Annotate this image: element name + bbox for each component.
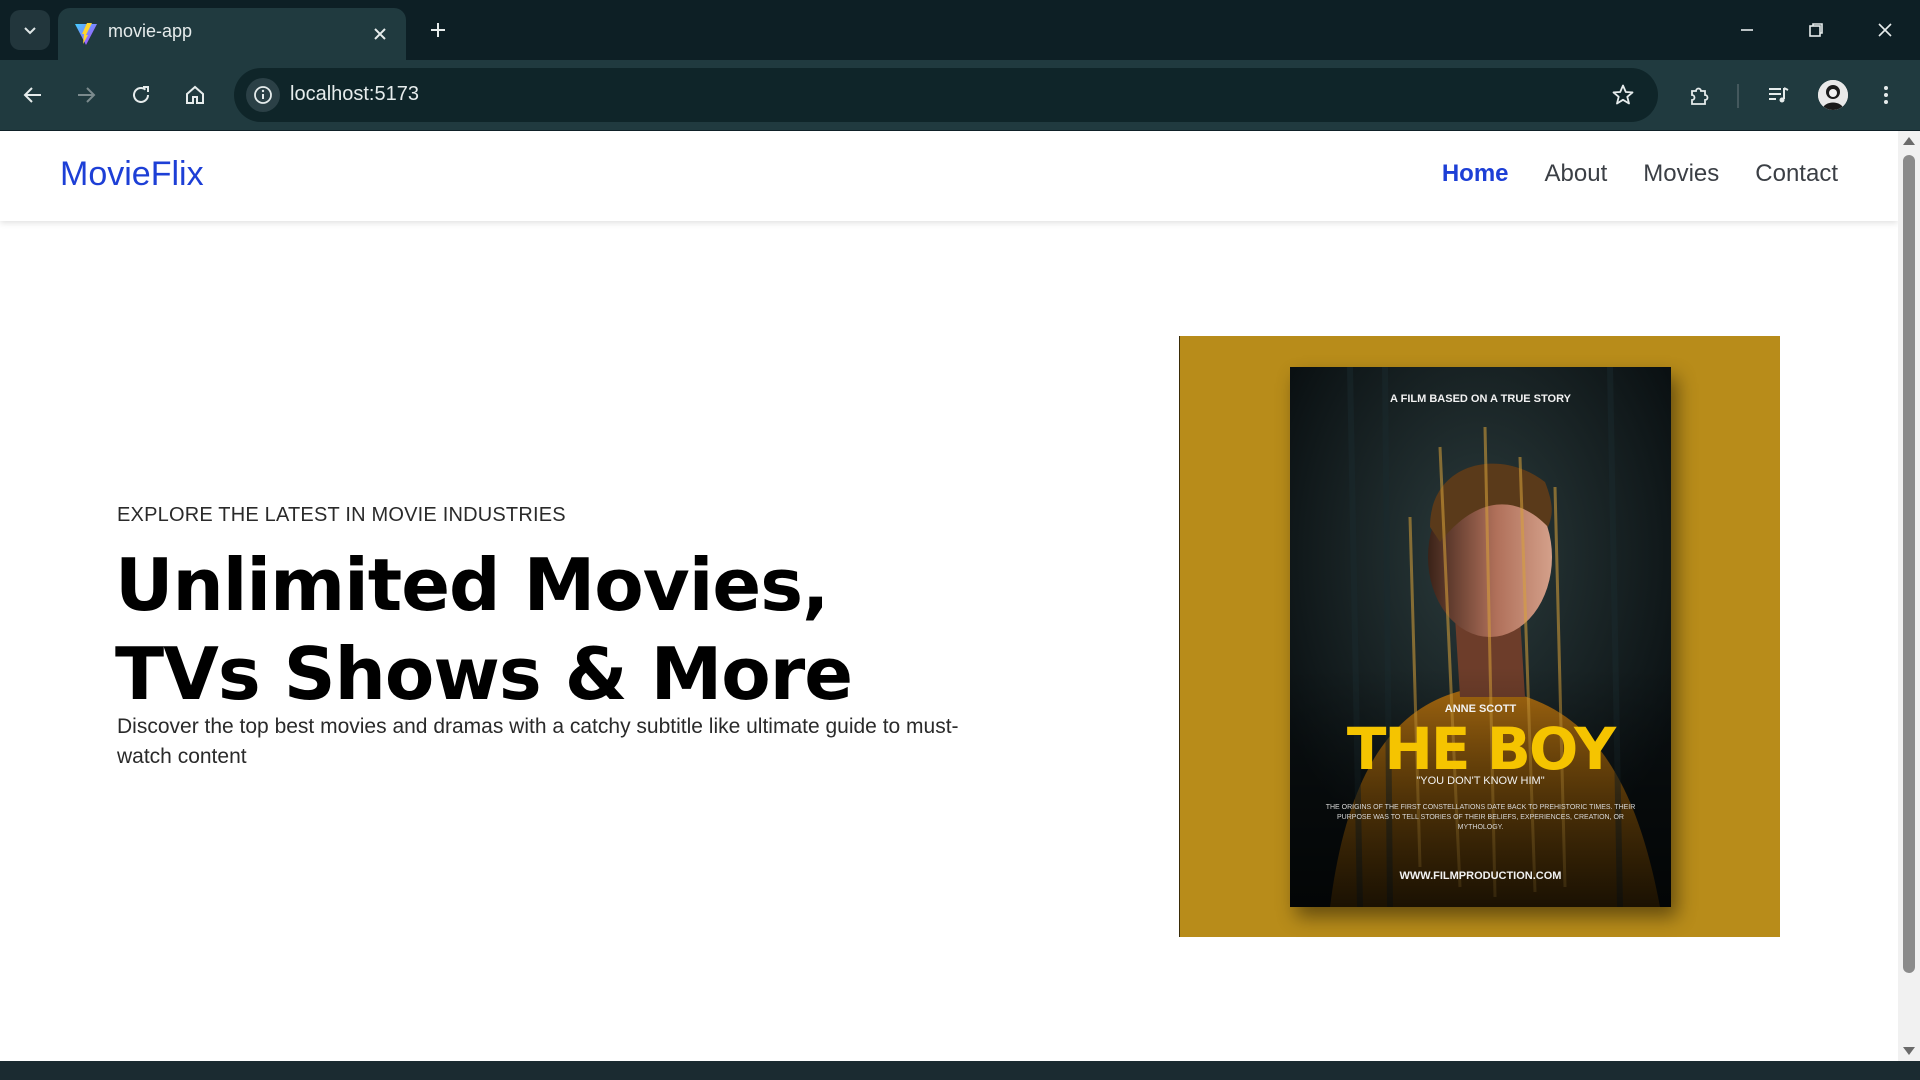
home-icon <box>186 85 204 104</box>
poster-actor: ANNE SCOTT <box>1444 703 1517 715</box>
browser-tabstrip: movie-app <box>0 0 1920 60</box>
vite-logo-icon <box>75 23 97 45</box>
profile-avatar[interactable] <box>1818 80 1848 110</box>
page-viewport: MovieFlix Home About Movies Contact EXPL… <box>0 131 1898 1061</box>
scroll-down-arrow[interactable] <box>1903 1047 1915 1055</box>
hero-eyebrow: EXPLORE THE LATEST IN MOVIE INDUSTRIES <box>117 504 566 526</box>
plus-icon <box>431 23 445 37</box>
minimize-icon <box>1741 29 1753 31</box>
extensions-button[interactable] <box>1680 75 1720 115</box>
reload-icon <box>133 86 149 103</box>
close-icon <box>374 28 386 40</box>
tab-close-button[interactable] <box>368 22 392 46</box>
forward-button[interactable] <box>66 75 106 115</box>
bookmark-button[interactable] <box>1608 80 1638 110</box>
close-icon <box>1878 23 1892 37</box>
poster-title: THE BOY <box>1346 715 1616 783</box>
nav-link-movies[interactable]: Movies <box>1643 160 1719 188</box>
taskbar-strip <box>0 1061 1920 1080</box>
brand-logo[interactable]: MovieFlix <box>60 155 204 194</box>
browser-menu-button[interactable] <box>1866 75 1906 115</box>
arrow-left-icon <box>23 87 41 103</box>
page-scrollbar[interactable] <box>1898 131 1920 1061</box>
poster-quote: "YOU DON'T KNOW HIM" <box>1416 775 1545 787</box>
site-navbar: MovieFlix Home About Movies Contact <box>0 131 1898 221</box>
minimize-button[interactable] <box>1724 8 1770 52</box>
profile-icon <box>1818 80 1848 110</box>
nav-link-home[interactable]: Home <box>1442 160 1509 188</box>
new-tab-button[interactable] <box>422 14 454 46</box>
reload-button[interactable] <box>121 75 161 115</box>
info-icon <box>254 86 272 104</box>
tab-title: movie-app <box>108 21 193 41</box>
scroll-up-arrow[interactable] <box>1903 137 1915 145</box>
window-close-button[interactable] <box>1862 8 1908 52</box>
poster-blurb: THE ORIGINS OF THE FIRST CONSTELLATIONS … <box>1325 804 1636 831</box>
address-bar[interactable]: localhost:5173 <box>234 68 1658 122</box>
home-button[interactable] <box>175 75 215 115</box>
url-text: localhost:5173 <box>290 83 419 105</box>
star-icon <box>1612 84 1634 105</box>
restore-button[interactable] <box>1793 8 1839 52</box>
tab-search-button[interactable] <box>10 10 50 50</box>
browser-toolbar: localhost:5173 <box>0 60 1920 130</box>
arrow-right-icon <box>78 87 96 103</box>
more-vert-icon <box>1884 86 1888 104</box>
movie-poster: A FILM BASED ON A TRUE STORY ANNE SCOTT … <box>1290 367 1671 907</box>
playlist-icon <box>1769 87 1789 103</box>
hero-subtitle: Discover the top best movies and dramas … <box>117 715 959 768</box>
poster-frame: A FILM BASED ON A TRUE STORY ANNE SCOTT … <box>1179 336 1780 937</box>
nav-link-about[interactable]: About <box>1545 160 1608 188</box>
nav-link-contact[interactable]: Contact <box>1755 160 1838 188</box>
media-controls-button[interactable] <box>1758 75 1798 115</box>
browser-tab-active[interactable]: movie-app <box>58 8 406 60</box>
back-button[interactable] <box>13 75 53 115</box>
nav-links: Home About Movies Contact <box>1442 160 1838 188</box>
hero-title: Unlimited Movies, TVs Shows & More <box>115 543 853 716</box>
puzzle-icon <box>1691 87 1709 105</box>
scroll-thumb[interactable] <box>1903 155 1915 973</box>
restore-icon <box>1809 23 1823 37</box>
poster-tagline: A FILM BASED ON A TRUE STORY <box>1390 393 1571 405</box>
site-info-button[interactable] <box>246 78 280 112</box>
chevron-down-icon <box>24 27 36 35</box>
poster-url: WWW.FILMPRODUCTION.COM <box>1399 870 1562 882</box>
toolbar-divider <box>1737 84 1739 108</box>
